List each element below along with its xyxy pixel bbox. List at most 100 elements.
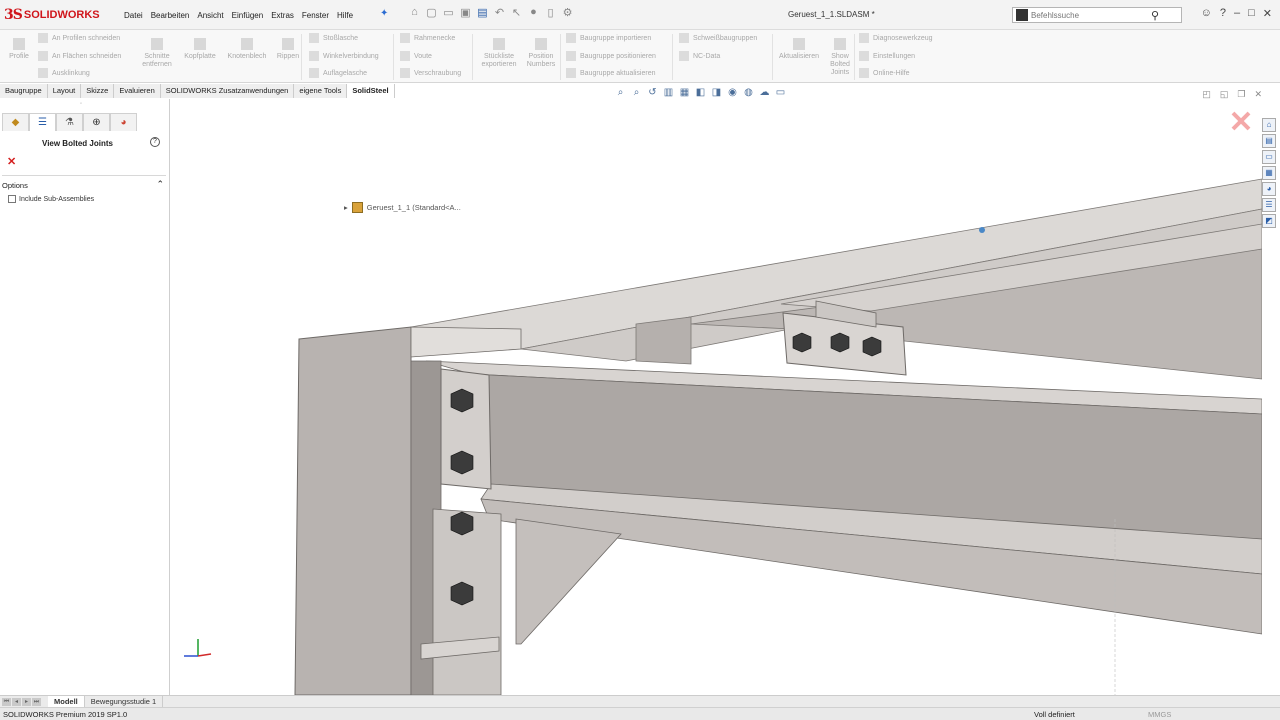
solidworks-logo[interactable]: 3S SOLIDWORKS — [4, 5, 108, 25]
support-button[interactable]: Auflagelasche — [309, 68, 367, 78]
zoom-to-area-icon[interactable]: ⌕ — [630, 87, 643, 99]
splice-button[interactable]: Stoßlasche — [309, 33, 358, 43]
import-assembly-button[interactable]: Baugruppe importieren — [566, 33, 651, 43]
update-assembly-button[interactable]: Baugruppe aktualisieren — [566, 68, 656, 78]
view-orientation-icon[interactable]: ◧ — [694, 87, 707, 99]
weld-assemblies-button[interactable]: Schweißbaugruppen — [679, 33, 757, 43]
angle-button[interactable]: Winkelverbindung — [309, 51, 379, 61]
restore-icon[interactable]: □ — [1248, 7, 1255, 20]
menu-datei[interactable]: Datei — [120, 9, 147, 22]
splitter-handle[interactable]: ◦ — [80, 101, 82, 107]
hide-show-items-icon[interactable]: ◉ — [726, 87, 739, 99]
design-library-icon[interactable]: ▤ — [1262, 134, 1276, 148]
cancel-close-icon[interactable]: ✕ — [7, 155, 16, 168]
menu-einfuegen[interactable]: Einfügen — [228, 9, 268, 22]
menu-ansicht[interactable]: Ansicht — [193, 9, 227, 22]
print-icon[interactable]: ▤ — [475, 6, 490, 22]
feature-tree-tab-icon[interactable]: ◆ — [2, 113, 29, 131]
help-icon[interactable]: ? — [150, 137, 160, 147]
close-icon[interactable]: ✕ — [1263, 7, 1272, 20]
first-tab-icon[interactable]: ⏮ — [2, 697, 11, 706]
update-button[interactable]: Aktualisieren — [776, 38, 822, 61]
search-icon[interactable]: ⚲ — [1151, 9, 1159, 22]
tab-baugruppe[interactable]: Baugruppe — [0, 84, 48, 98]
view-settings-icon[interactable]: ▭ — [774, 87, 787, 99]
position-assembly-button[interactable]: Baugruppe positionieren — [566, 51, 656, 61]
tab-motion-study[interactable]: Bewegungsstudie 1 — [85, 696, 164, 707]
include-subassemblies-checkbox[interactable] — [8, 195, 16, 203]
save-icon[interactable]: ▣ — [458, 6, 473, 22]
new-document-icon[interactable]: ▢ — [424, 6, 439, 22]
notch-button[interactable]: Ausklinkung — [38, 68, 90, 78]
rebuild-icon[interactable]: ● — [526, 6, 541, 22]
position-numbers-button[interactable]: Position Numbers — [524, 38, 558, 69]
haunch-button[interactable]: Voute — [400, 51, 432, 61]
export-bom-button[interactable]: Stückliste exportieren — [476, 38, 522, 69]
user-icon[interactable]: ☺ — [1201, 7, 1212, 20]
tab-skizze[interactable]: Skizze — [81, 84, 115, 98]
display-manager-tab-icon[interactable]: ◕ — [110, 113, 137, 131]
gusset-button[interactable]: Knotenblech — [224, 38, 270, 61]
configuration-manager-tab-icon[interactable]: ⚗ — [56, 113, 83, 131]
settings-button[interactable]: Einstellungen — [859, 51, 915, 61]
forum-icon[interactable]: ◩ — [1262, 214, 1276, 228]
menu-bearbeiten[interactable]: Bearbeiten — [147, 9, 194, 22]
apply-scene-icon[interactable]: ☁ — [758, 87, 771, 99]
dynamic-annotation-icon[interactable]: ▦ — [678, 87, 691, 99]
previous-view-icon[interactable]: ↺ — [646, 87, 659, 99]
steel-frame-model[interactable] — [171, 99, 1262, 695]
previous-tab-icon[interactable]: ◂ — [12, 697, 21, 706]
graphics-viewport[interactable]: ▸ Geruest_1_1 (Standard<A... — [171, 99, 1262, 695]
undo-icon[interactable]: ↶ — [492, 6, 507, 22]
unit-system[interactable]: MMGS — [1148, 710, 1171, 719]
cut-profiles-button[interactable]: An Profilen schneiden — [38, 33, 120, 43]
edit-appearance-icon[interactable]: ◍ — [742, 87, 755, 99]
show-bolted-joints-button[interactable]: Show Bolted Joints — [826, 38, 854, 77]
search-scope-icon[interactable] — [1016, 9, 1028, 21]
options-group-header[interactable]: Options ⌃ — [2, 175, 166, 190]
menu-extras[interactable]: Extras — [267, 9, 298, 22]
bolting-button[interactable]: Verschraubung — [400, 68, 461, 78]
online-help-button[interactable]: Online-Hilfe — [859, 68, 910, 78]
file-properties-icon[interactable]: ▯ — [543, 6, 558, 22]
last-tab-icon[interactable]: ⏭ — [32, 697, 41, 706]
options-gear-icon[interactable]: ⚙ — [560, 6, 575, 22]
property-manager-tab-icon[interactable]: ☰ — [29, 113, 56, 131]
next-tab-icon[interactable]: ▸ — [22, 697, 31, 706]
tab-layout[interactable]: Layout — [47, 84, 82, 98]
chevron-up-icon[interactable]: ⌃ — [156, 179, 164, 190]
help-icon[interactable]: ? — [1220, 7, 1226, 20]
minimize-icon[interactable]: – — [1234, 7, 1240, 20]
tab-solidsteel[interactable]: SolidSteel — [347, 84, 395, 98]
tab-zusatzanwendungen[interactable]: SOLIDWORKS Zusatzanwendungen — [160, 84, 295, 98]
solidworks-resources-icon[interactable]: ⌂ — [1262, 118, 1276, 132]
dimxpert-tab-icon[interactable]: ⊕ — [83, 113, 110, 131]
home-icon[interactable]: ⌂ — [407, 6, 422, 22]
diagnostics-button[interactable]: Diagnosewerkzeug — [859, 33, 933, 43]
select-icon[interactable]: ↖ — [509, 6, 524, 22]
expand-arrow-icon[interactable]: ▸ — [344, 203, 348, 212]
include-subassemblies-option[interactable]: Include Sub-Assemblies — [8, 195, 94, 203]
tab-evaluieren[interactable]: Evaluieren — [114, 84, 161, 98]
menu-hilfe[interactable]: Hilfe — [333, 9, 357, 22]
custom-properties-icon[interactable]: ☰ — [1262, 198, 1276, 212]
file-explorer-icon[interactable]: ▭ — [1262, 150, 1276, 164]
search-input[interactable] — [1031, 10, 1151, 20]
appearances-icon[interactable]: ◕ — [1262, 182, 1276, 196]
tab-modell[interactable]: Modell — [48, 696, 85, 707]
tab-eigene-tools[interactable]: eigene Tools — [294, 84, 348, 98]
head-plate-button[interactable]: Kopfplatte — [180, 38, 220, 61]
pin-menu-icon[interactable]: ✦ — [380, 8, 388, 19]
cut-faces-button[interactable]: An Flächen schneiden — [38, 51, 121, 61]
open-folder-icon[interactable]: ▭ — [441, 6, 456, 22]
menu-fenster[interactable]: Fenster — [298, 9, 333, 22]
nc-data-button[interactable]: NC-Data — [679, 51, 720, 61]
zoom-to-fit-icon[interactable]: ⌕ — [614, 87, 627, 99]
remove-cuts-button[interactable]: Schnitte entfernen — [137, 38, 177, 69]
feature-tree-flyout[interactable]: ▸ Geruest_1_1 (Standard<A... — [344, 202, 461, 213]
section-view-icon[interactable]: ▥ — [662, 87, 675, 99]
frame-corner-button[interactable]: Rahmenecke — [400, 33, 455, 43]
display-style-icon[interactable]: ◨ — [710, 87, 723, 99]
profile-button[interactable]: Profile — [6, 38, 32, 61]
ribs-button[interactable]: Rippen — [274, 38, 302, 61]
